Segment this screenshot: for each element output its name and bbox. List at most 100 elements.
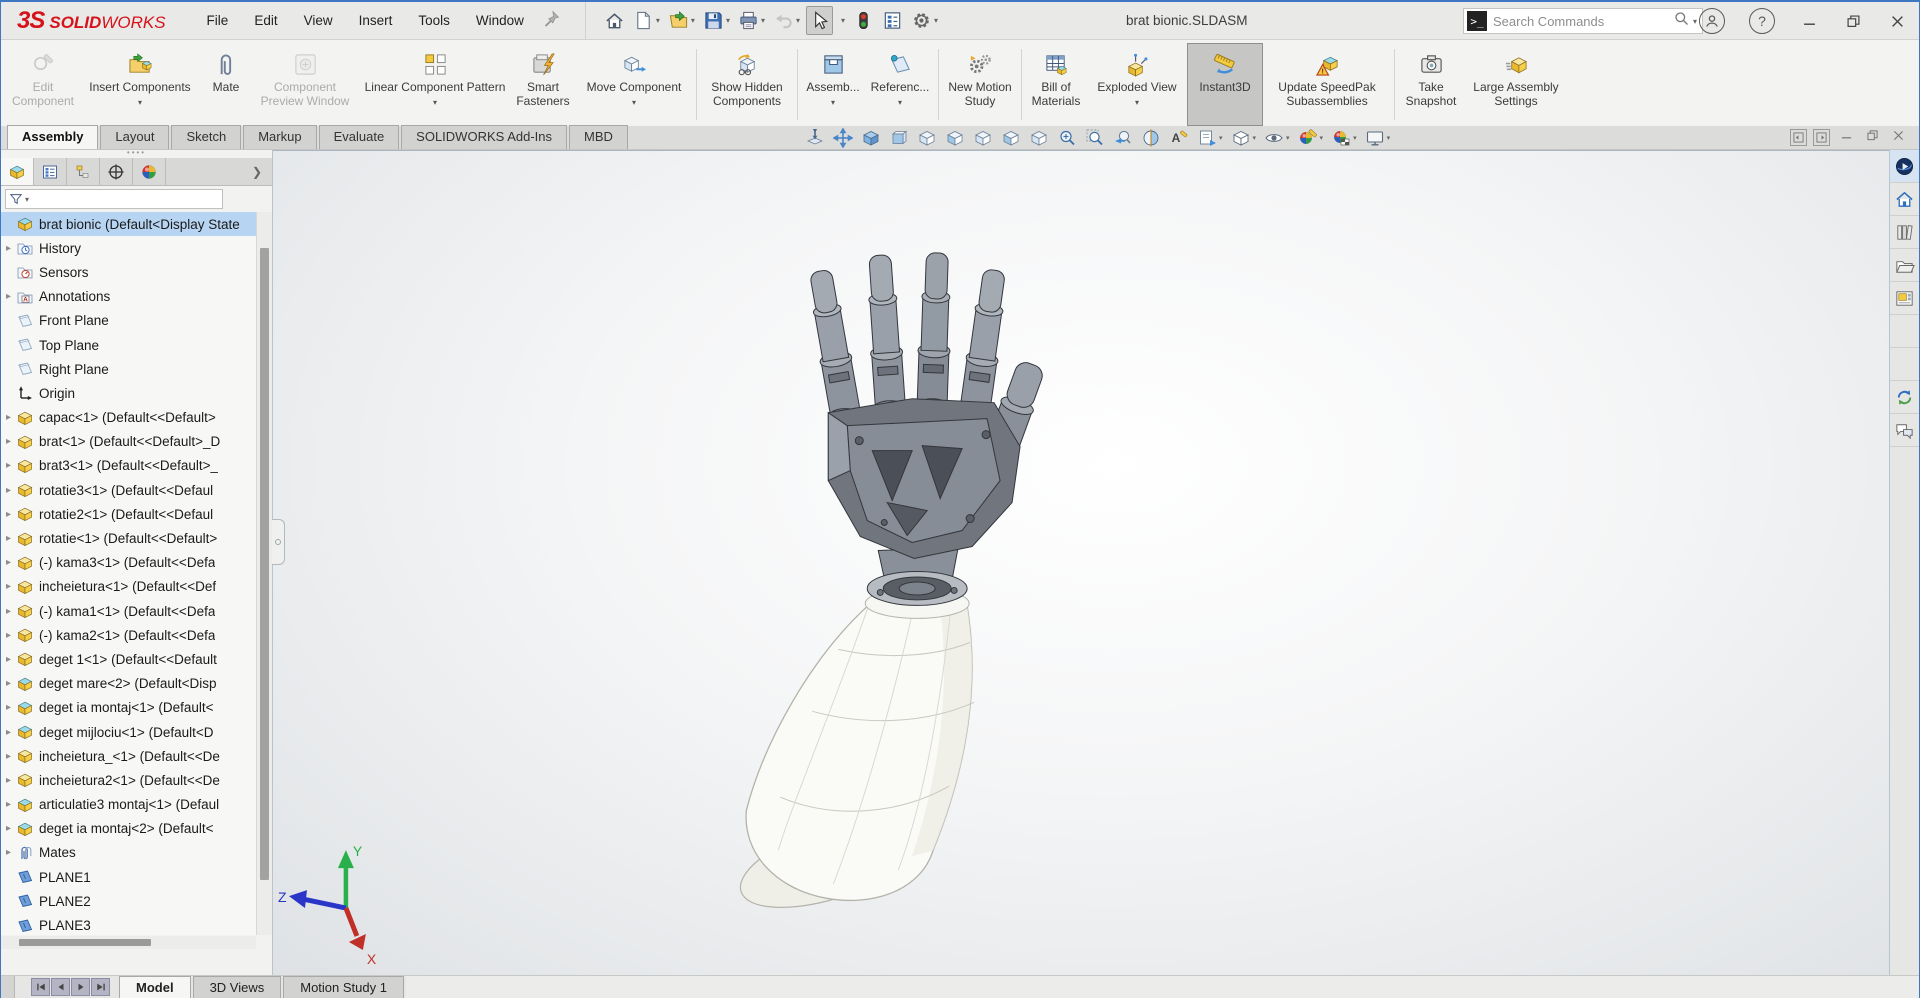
tree-item[interactable]: ▸ deget mare<2> (Default<Disp <box>1 672 256 696</box>
tree-filter-input[interactable]: ▾ <box>5 189 223 209</box>
menu-edit[interactable]: Edit <box>241 7 290 34</box>
save-button[interactable]: ▾ <box>701 7 732 34</box>
view-back-button[interactable] <box>914 127 940 149</box>
tab-assembly[interactable]: Assembly <box>7 125 99 149</box>
reference-geometry-button[interactable]: Referenc... ▾ <box>865 43 935 126</box>
last-study-button[interactable] <box>91 978 110 996</box>
minimize-button[interactable] <box>1787 2 1831 40</box>
tree-item[interactable]: ▸ History <box>1 236 256 260</box>
view-front-button[interactable] <box>886 127 912 149</box>
view-top-button[interactable] <box>998 127 1024 149</box>
displaymanager-tab[interactable] <box>133 158 166 185</box>
home-button[interactable] <box>602 7 627 34</box>
previous-study-button[interactable] <box>51 978 70 996</box>
bottom-tab-motion-study-1[interactable]: Motion Study 1 <box>283 976 404 998</box>
tree-item[interactable]: ▸ deget mijlociu<1> (Default<D <box>1 720 256 744</box>
view-palette-button[interactable] <box>1890 282 1919 315</box>
graphics-area[interactable]: Y Z X <box>272 150 1889 975</box>
tree-vertical-scrollbar[interactable] <box>256 212 272 935</box>
tree-item[interactable]: ▸ rotatie2<1> (Default<<Defaul <box>1 502 256 526</box>
featuremanager-tree-tab[interactable] <box>1 158 34 185</box>
tree-item[interactable]: ▸ Sensors <box>1 260 256 284</box>
tree-horizontal-scrollbar[interactable] <box>1 936 256 949</box>
comments-button[interactable] <box>1890 414 1919 447</box>
tree-item[interactable]: ▸ brat3<1> (Default<<Default>_ <box>1 454 256 478</box>
file-properties-button[interactable] <box>880 7 905 34</box>
tree-item[interactable]: ▸ Top Plane <box>1 333 256 357</box>
filter-caret[interactable]: ▾ <box>25 195 29 204</box>
account-icon[interactable] <box>1699 8 1725 34</box>
tree-item[interactable]: ▸ Origin <box>1 381 256 405</box>
search-input[interactable] <box>1493 13 1670 29</box>
tree-item[interactable]: ▸ incheietura<1> (Default<<Def <box>1 575 256 599</box>
search-box[interactable]: >_ ▾ <box>1463 8 1703 34</box>
print-button[interactable]: ▾ <box>736 7 767 34</box>
tree-item[interactable]: ▸ deget ia montaj<1> (Default< <box>1 696 256 720</box>
tree-item[interactable]: ▸ rotatie3<1> (Default<<Defaul <box>1 478 256 502</box>
move-component-button[interactable]: Move Component ▾ <box>575 43 693 126</box>
tree-item[interactable]: ▸ (-) kama3<1> (Default<<Defa <box>1 551 256 575</box>
tree-item[interactable]: ▸ (-) kama1<1> (Default<<Defa <box>1 599 256 623</box>
exploded-view-button[interactable]: Exploded View ▾ <box>1087 43 1187 126</box>
tree-item[interactable]: ▸ brat<1> (Default<<Default>_D <box>1 430 256 454</box>
tree-item[interactable]: ▸ (-) kama2<1> (Default<<Defa <box>1 623 256 647</box>
file-explorer-button[interactable] <box>1890 249 1919 282</box>
annotation-visibility-button[interactable] <box>1166 127 1192 149</box>
new-motion-study-button[interactable]: New Motion Study <box>942 43 1018 126</box>
collapse-right-pane-button[interactable] <box>1813 128 1830 146</box>
tree-item[interactable]: ▸ PLANE3 <box>1 913 256 935</box>
tree-item[interactable]: ▸ incheietura2<1> (Default<<De <box>1 768 256 792</box>
pan-button[interactable] <box>830 127 856 149</box>
bionic-arm-model[interactable]: Y Z X <box>273 151 1889 975</box>
show-hidden-components-button[interactable]: Show Hidden Components <box>700 43 794 126</box>
view-settings-button[interactable]: ▾ <box>1362 127 1394 149</box>
doc-restore-button[interactable] <box>1859 128 1885 146</box>
smart-fasteners-button[interactable]: Smart Fasteners <box>511 43 575 126</box>
insert-components-button[interactable]: Insert Components ▾ <box>79 43 201 126</box>
assembly-features-button[interactable]: Assemb... ▾ <box>801 43 865 126</box>
first-study-button[interactable] <box>31 978 50 996</box>
rebuild-button[interactable] <box>851 7 876 34</box>
configurationmanager-tab[interactable] <box>67 158 100 185</box>
menu-file[interactable]: File <box>194 7 242 34</box>
tree-item[interactable]: ▸ rotatie<1> (Default<<Default> <box>1 526 256 550</box>
display-style-button[interactable]: ▾ <box>1228 127 1260 149</box>
menu-tools[interactable]: Tools <box>405 7 463 34</box>
options-button[interactable]: ▾ <box>909 7 940 34</box>
view-bottom-button[interactable] <box>1026 127 1052 149</box>
tree-item[interactable]: ▸ capac<1> (Default<<Default> <box>1 406 256 430</box>
tab-solidworks-add-ins[interactable]: SOLIDWORKS Add-Ins <box>401 125 567 149</box>
tree-item[interactable]: ▸ PLANE2 <box>1 889 256 913</box>
previous-view-button[interactable] <box>1110 127 1136 149</box>
panel-expand-icon[interactable]: ❯ <box>246 165 268 179</box>
dimxpertmanager-tab[interactable] <box>100 158 133 185</box>
tree-item[interactable]: ▸ Front Plane <box>1 309 256 333</box>
select-caret[interactable]: ▾ <box>837 13 847 28</box>
view-left-button[interactable] <box>942 127 968 149</box>
bionic-hand[interactable] <box>805 252 1049 606</box>
tree-item[interactable]: ▸ Annotations <box>1 285 256 309</box>
menu-window[interactable]: Window <box>463 7 537 34</box>
tab-layout[interactable]: Layout <box>100 125 170 149</box>
tree-item-root[interactable]: ▸ brat bionic (Default<Display State <box>1 212 256 237</box>
large-assembly-settings-button[interactable]: Large Assembly Settings <box>1464 43 1568 126</box>
tree-item[interactable]: ▸ deget 1<1> (Default<<Default <box>1 647 256 671</box>
solidworks-resources-button[interactable] <box>1890 381 1919 414</box>
zoom-in-out-button[interactable] <box>1082 127 1108 149</box>
zoom-to-fit-button[interactable] <box>802 127 828 149</box>
new-document-button[interactable]: ▾ <box>631 7 662 34</box>
menu-insert[interactable]: Insert <box>346 7 406 34</box>
zoom-to-area-button[interactable] <box>1054 127 1080 149</box>
tab-sketch[interactable]: Sketch <box>171 125 242 149</box>
bottom-tab-3d-views[interactable]: 3D Views <box>192 976 282 998</box>
menu-view[interactable]: View <box>291 7 346 34</box>
edit-appearance-button[interactable]: ▾ <box>1295 127 1327 149</box>
next-study-button[interactable] <box>71 978 90 996</box>
mate-button[interactable]: Mate <box>201 43 251 126</box>
tree-item[interactable]: ▸ deget ia montaj<2> (Default< <box>1 817 256 841</box>
view-isometric-button[interactable] <box>858 127 884 149</box>
close-button[interactable] <box>1875 2 1919 40</box>
hide-show-items-button[interactable]: ▾ <box>1261 127 1293 149</box>
propertymanager-tab[interactable] <box>34 158 67 185</box>
tree-item[interactable]: ▸ Mates <box>1 841 256 865</box>
